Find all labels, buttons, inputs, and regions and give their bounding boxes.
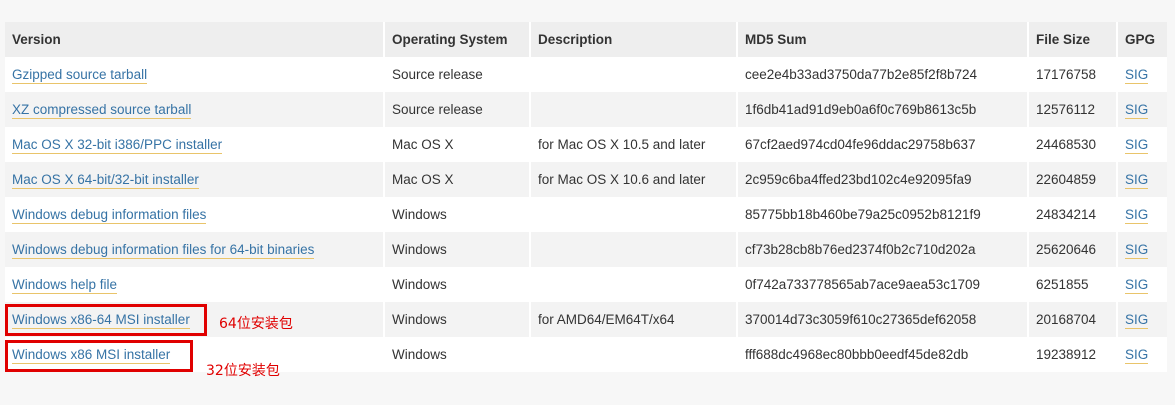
description-cell [529, 337, 736, 372]
highlight-box-32bit [5, 340, 193, 372]
description-cell [529, 267, 736, 302]
sig-link[interactable]: SIG [1125, 67, 1149, 84]
sig-link[interactable]: SIG [1125, 137, 1149, 154]
file-size-cell: 20168704 [1027, 302, 1116, 337]
table-row: Windows help file Windows 0f742a73377856… [5, 267, 1167, 302]
md5-cell: cee2e4b33ad3750da77b2e85f2f8b724 [736, 57, 1027, 92]
annotation-64bit: 64位安装包 [219, 316, 293, 332]
md5-cell: 2c959c6ba4ffed23bd102c4e92095fa9 [736, 162, 1027, 197]
annotation-32bit: 32位安装包 [206, 363, 280, 379]
description-cell: for AMD64/EM64T/x64 [529, 302, 736, 337]
os-cell: Source release [383, 57, 529, 92]
table-row: Mac OS X 32-bit i386/PPC installer Mac O… [5, 127, 1167, 162]
table-row: Windows debug information files for 64-b… [5, 232, 1167, 267]
header-description: Description [529, 22, 736, 57]
os-cell: Mac OS X [383, 127, 529, 162]
download-link[interactable]: Mac OS X 64-bit/32-bit installer [12, 172, 199, 189]
os-cell: Windows [383, 197, 529, 232]
table-row: XZ compressed source tarball Source rele… [5, 92, 1167, 127]
sig-link[interactable]: SIG [1125, 207, 1149, 224]
description-cell: for Mac OS X 10.6 and later [529, 162, 736, 197]
file-size-cell: 19238912 [1027, 337, 1116, 372]
file-size-cell: 22604859 [1027, 162, 1116, 197]
md5-cell: cf73b28cb8b76ed2374f0b2c710d202a [736, 232, 1027, 267]
download-link[interactable]: XZ compressed source tarball [12, 102, 192, 119]
file-size-cell: 24468530 [1027, 127, 1116, 162]
os-cell: Windows [383, 337, 529, 372]
md5-cell: 1f6db41ad91d9eb0a6f0c769b8613c5b [736, 92, 1027, 127]
os-cell: Mac OS X [383, 162, 529, 197]
sig-link[interactable]: SIG [1125, 242, 1149, 259]
description-cell [529, 57, 736, 92]
os-cell: Windows [383, 267, 529, 302]
download-link[interactable]: Mac OS X 32-bit i386/PPC installer [12, 137, 223, 154]
md5-cell: fff688dc4968ec80bbb0eedf45de82db [736, 337, 1027, 372]
description-cell [529, 92, 736, 127]
table-header-row: Version Operating System Description MD5… [5, 22, 1167, 57]
md5-cell: 85775bb18b460be79a25c0952b8121f9 [736, 197, 1027, 232]
description-cell [529, 197, 736, 232]
file-size-cell: 12576112 [1027, 92, 1116, 127]
description-cell [529, 232, 736, 267]
md5-cell: 370014d73c3059f610c27365def62058 [736, 302, 1027, 337]
file-size-cell: 24834214 [1027, 197, 1116, 232]
header-file-size: File Size [1027, 22, 1116, 57]
table-row: Gzipped source tarball Source release ce… [5, 57, 1167, 92]
table-row: Mac OS X 64-bit/32-bit installer Mac OS … [5, 162, 1167, 197]
description-cell: for Mac OS X 10.5 and later [529, 127, 736, 162]
download-link[interactable]: Windows help file [12, 277, 118, 294]
file-size-cell: 17176758 [1027, 57, 1116, 92]
sig-link[interactable]: SIG [1125, 347, 1149, 364]
table-row: Windows debug information files Windows … [5, 197, 1167, 232]
header-md5: MD5 Sum [736, 22, 1027, 57]
sig-link[interactable]: SIG [1125, 102, 1149, 119]
md5-cell: 67cf2aed974cd04fe96ddac29758b637 [736, 127, 1027, 162]
download-link[interactable]: Gzipped source tarball [12, 67, 148, 84]
file-size-cell: 25620646 [1027, 232, 1116, 267]
sig-link[interactable]: SIG [1125, 172, 1149, 189]
os-cell: Windows [383, 302, 529, 337]
header-os: Operating System [383, 22, 529, 57]
header-version: Version [5, 22, 383, 57]
file-size-cell: 6251855 [1027, 267, 1116, 302]
download-link[interactable]: Windows debug information files for 64-b… [12, 242, 315, 259]
md5-cell: 0f742a733778565ab7ace9aea53c1709 [736, 267, 1027, 302]
download-link[interactable]: Windows debug information files [12, 207, 207, 224]
os-cell: Source release [383, 92, 529, 127]
sig-link[interactable]: SIG [1125, 277, 1149, 294]
sig-link[interactable]: SIG [1125, 312, 1149, 329]
header-gpg: GPG [1116, 22, 1167, 57]
highlight-box-64bit [5, 304, 207, 336]
os-cell: Windows [383, 232, 529, 267]
